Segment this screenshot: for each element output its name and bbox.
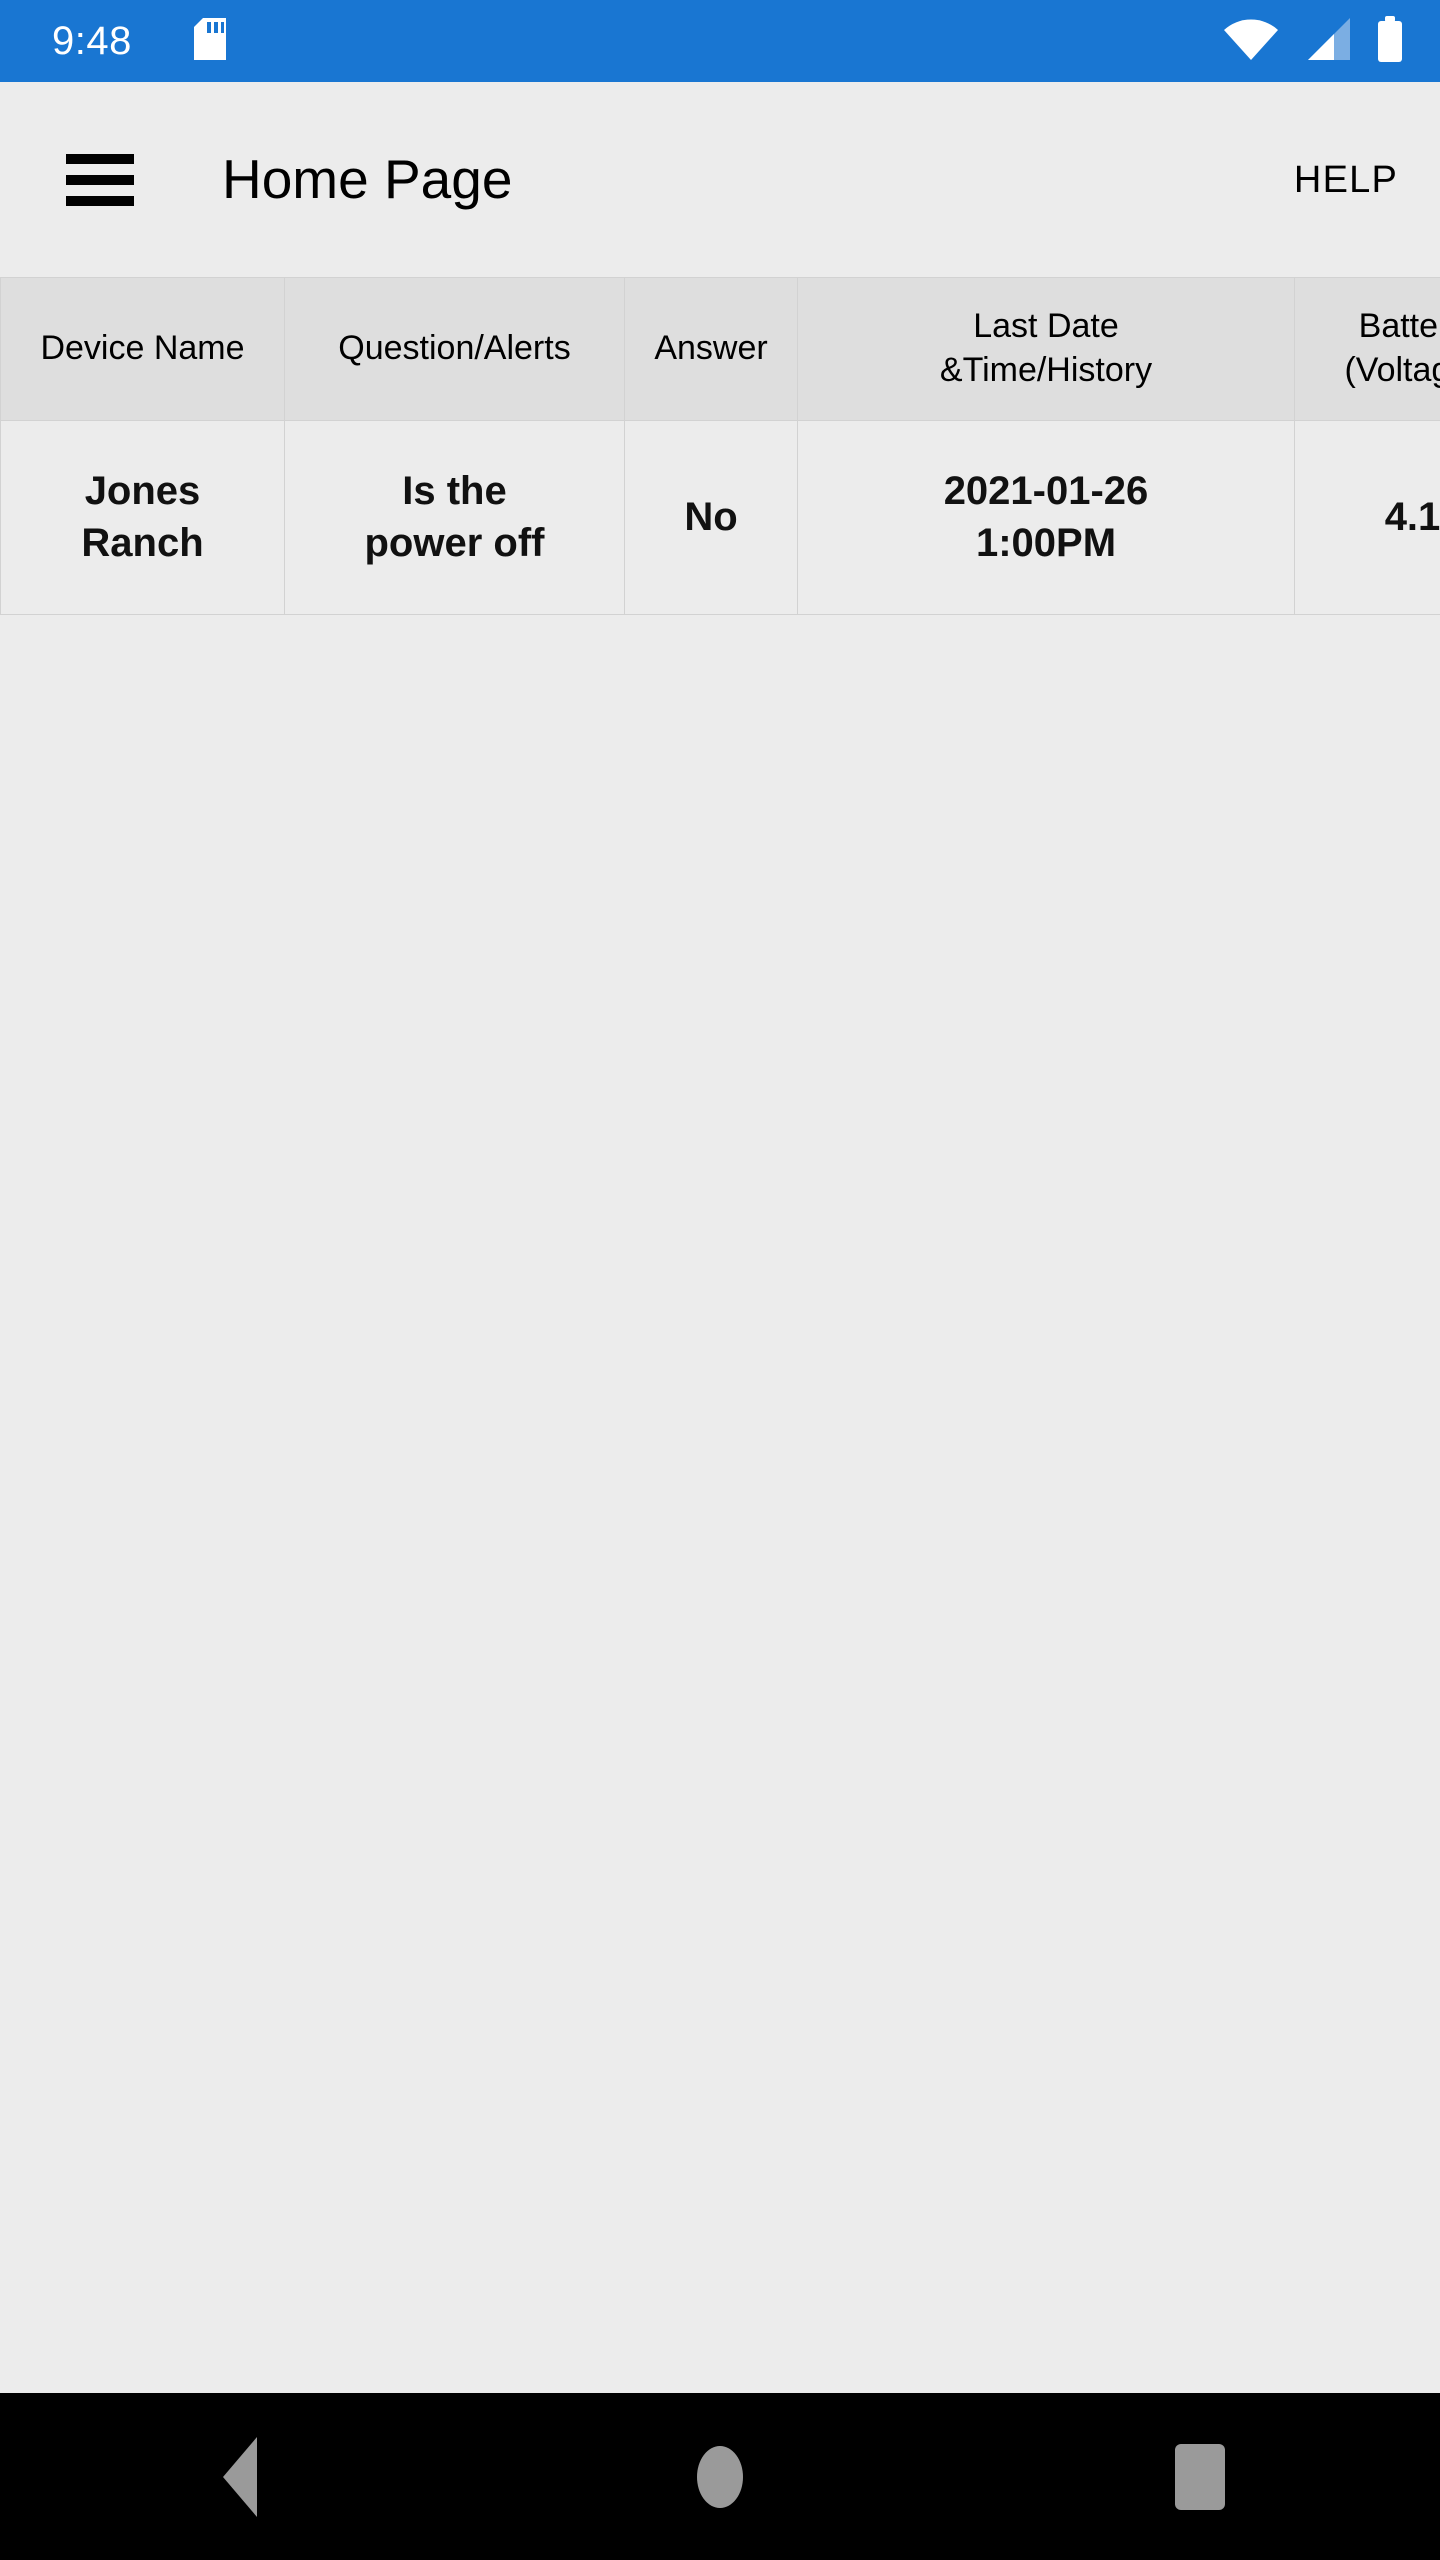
device-table-container[interactable]: Device Name Question/Alerts Answer Last … xyxy=(0,277,1440,615)
cell-answer-value: No xyxy=(684,494,738,539)
cell-last-date-time[interactable]: 2021-01-26 1:00PM xyxy=(797,420,1295,615)
column-header-question-alerts-label: Question/Alerts xyxy=(338,329,571,368)
column-header-answer[interactable]: Answer xyxy=(624,277,798,421)
cell-question-line2: power off xyxy=(364,520,545,565)
nav-back-button[interactable] xyxy=(0,2393,480,2560)
hamburger-menu-icon[interactable] xyxy=(66,153,134,206)
page-title: Home Page xyxy=(222,148,513,210)
nav-recents-button[interactable] xyxy=(960,2393,1440,2560)
table-row[interactable]: Jones Ranch Is the power off No 2021-01-… xyxy=(0,420,1440,615)
sd-card-icon xyxy=(193,17,226,65)
table-header-row: Device Name Question/Alerts Answer Last … xyxy=(0,277,1440,421)
column-header-battery-line1: Battery xyxy=(1358,307,1440,346)
back-triangle-icon xyxy=(223,2436,257,2517)
column-header-battery-voltage[interactable]: Battery (Voltage) xyxy=(1294,277,1440,421)
cell-device-name-line1: Jones xyxy=(84,469,201,514)
cell-battery-value: 4.1 xyxy=(1384,494,1440,539)
recents-square-icon xyxy=(1175,2443,1225,2510)
column-header-question-alerts[interactable]: Question/Alerts xyxy=(284,277,625,421)
status-bar: 9:48 xyxy=(0,0,1440,82)
column-header-device-name-label: Device Name xyxy=(40,329,245,368)
cell-question-alerts[interactable]: Is the power off xyxy=(284,420,625,615)
status-bar-clock: 9:48 xyxy=(52,19,132,63)
cell-device-name[interactable]: Jones Ranch xyxy=(0,420,285,615)
status-bar-right xyxy=(1224,15,1404,67)
cell-date-line1: 2021-01-26 xyxy=(943,469,1149,514)
column-header-last-date-time-history[interactable]: Last Date &Time/History xyxy=(797,277,1295,421)
column-header-answer-label: Answer xyxy=(654,329,768,368)
column-header-battery-line2: (Voltage) xyxy=(1344,351,1440,389)
status-bar-left: 9:48 xyxy=(52,17,1224,65)
cell-date-line2: 1:00PM xyxy=(975,520,1117,565)
hamburger-bar-1 xyxy=(66,153,134,164)
column-header-last-date-line2: &Time/History xyxy=(939,351,1153,389)
app-bar: Home Page HELP xyxy=(0,82,1440,277)
table-header: Device Name Question/Alerts Answer Last … xyxy=(0,277,1440,421)
home-circle-icon xyxy=(697,2445,743,2508)
help-button[interactable]: HELP xyxy=(1294,161,1398,199)
column-header-last-date-line1: Last Date xyxy=(973,307,1119,346)
wifi-full-icon xyxy=(1224,18,1278,65)
table-body: Jones Ranch Is the power off No 2021-01-… xyxy=(0,420,1440,615)
empty-content-area xyxy=(0,615,1440,2393)
device-table: Device Name Question/Alerts Answer Last … xyxy=(0,277,1440,615)
column-header-device-name[interactable]: Device Name xyxy=(0,277,285,421)
nav-home-button[interactable] xyxy=(480,2393,960,2560)
cellular-signal-2-bars-icon xyxy=(1304,17,1350,65)
hamburger-bar-2 xyxy=(66,174,134,185)
cell-device-name-line2: Ranch xyxy=(81,520,204,565)
phone-screen: 9:48 Home Page HELP Device Name Question… xyxy=(0,0,1440,2560)
cell-answer[interactable]: No xyxy=(624,420,798,615)
cell-battery-voltage[interactable]: 4.1 xyxy=(1294,420,1440,615)
cell-question-line1: Is the xyxy=(402,469,507,514)
hamburger-bar-3 xyxy=(66,195,134,206)
system-navigation-bar xyxy=(0,2393,1440,2560)
battery-full-icon xyxy=(1376,15,1404,67)
